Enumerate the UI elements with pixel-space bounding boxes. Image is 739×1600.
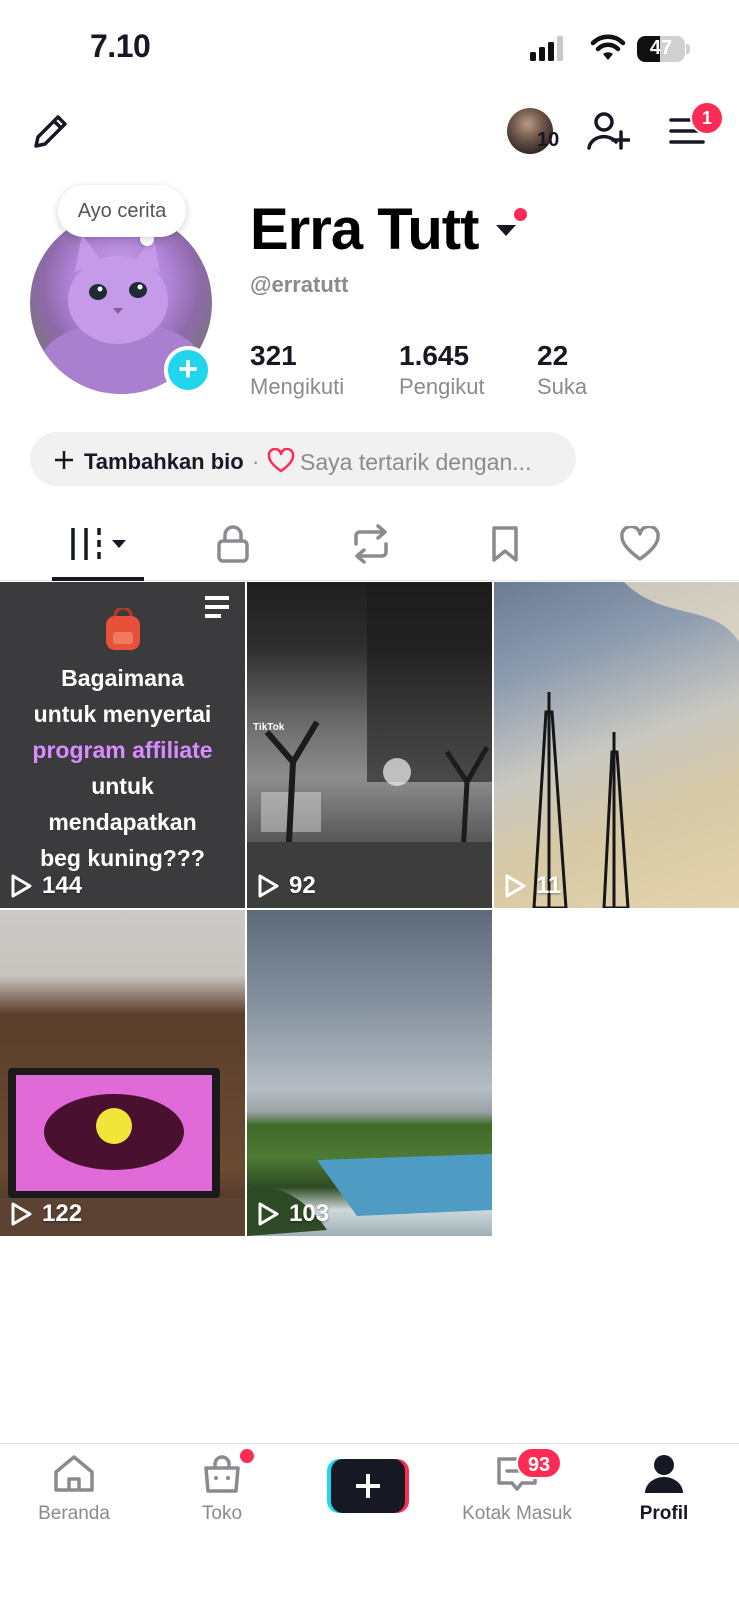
nav-profile[interactable]: Profil [604,1454,724,1525]
stat-following-value: 321 [250,340,297,371]
view-count: 92 [257,872,316,900]
account-switch-caret-icon[interactable] [496,225,516,236]
view-count-value: 92 [289,872,316,899]
view-count-value: 103 [289,1200,330,1227]
shop-bag-icon [204,1455,240,1493]
wifi-icon [590,34,626,60]
towers-sky-thumbnail [532,582,739,908]
stat-followers-value: 1.645 [399,340,470,371]
shop-notification-dot [238,1447,256,1465]
view-count: 144 [10,872,82,900]
video-tile[interactable]: 103 [247,910,492,1236]
stat-followers-label: Pengikut [399,374,485,399]
video-tile[interactable]: 122 [0,910,245,1236]
battery-tip [686,44,690,54]
interests-label[interactable]: Saya tertarik dengan... [300,449,531,476]
stat-likes-label: Suka [537,374,588,399]
repost-icon[interactable] [350,524,392,564]
nav-shop[interactable]: Toko [162,1454,282,1525]
lock-icon[interactable] [216,524,250,564]
bookmark-icon[interactable] [490,524,520,564]
profile-icon [645,1455,683,1493]
play-icon [11,874,32,898]
stat-following[interactable]: 321 Mengikuti [250,340,344,400]
display-name[interactable]: Erra Tutt [250,196,479,263]
story-prompt-bubble[interactable]: Ayo cerita [58,185,186,237]
nav-shop-label: Toko [201,1503,243,1524]
view-count: 11 [504,872,561,900]
bottom-nav-divider [0,1443,739,1444]
stat-likes-value: 22 [537,340,569,371]
friends-count: 10 [537,129,560,151]
video-caption: Bagaimana untuk menyertai program affili… [0,660,245,876]
video-tile[interactable]: Bagaimana untuk menyertai program affili… [0,582,245,908]
play-icon [11,1202,32,1226]
pool-view-thumbnail [247,1154,492,1236]
active-tab-indicator [52,577,144,581]
backpack-icon [106,608,140,650]
add-bio-label[interactable]: Tambahkan bio [84,449,244,475]
status-time: 7.10 [90,28,151,64]
tv-screen-thumbnail [0,1068,245,1236]
caption-line: beg kuning??? [40,845,205,871]
play-icon [258,1202,279,1226]
play-icon [505,874,526,898]
caption-line: untuk [91,773,154,799]
view-count: 103 [257,1200,329,1228]
caption-line: Bagaimana [61,665,184,691]
home-icon [54,1455,94,1492]
caption-highlight: program affiliate [32,737,213,763]
battery-percent: 47 [649,37,673,59]
view-count-value: 11 [536,872,562,899]
video-tile[interactable]: TikTok 92 [247,582,492,908]
cellular-signal-icon [530,36,563,61]
video-tile[interactable]: 11 [494,582,739,908]
nav-home[interactable]: Beranda [14,1454,134,1525]
tab-videos[interactable] [70,526,132,567]
heart-outline-icon [267,448,295,473]
stat-likes[interactable]: 22 Suka [537,340,587,400]
caption-line: mendapatkan [48,809,197,835]
heart-icon[interactable] [620,526,660,562]
bio-separator: · [252,449,260,474]
play-icon [258,874,279,898]
view-count: 122 [10,1200,82,1228]
add-friend-icon[interactable] [586,110,630,152]
tiktok-watermark: TikTok [253,722,285,733]
foggy-street-thumbnail [247,582,492,908]
stat-following-label: Mengikuti [250,374,345,399]
account-notification-dot [514,208,527,221]
stat-followers[interactable]: 1.645 Pengikut [399,340,485,400]
edit-pencil-icon[interactable] [30,110,72,152]
view-count-value: 144 [42,872,83,899]
inbox-badge: 93 [516,1447,562,1479]
playlist-icon [205,596,229,618]
battery-icon: 47 [637,36,685,62]
username: @erratutt [250,272,349,297]
add-story-button[interactable]: + [164,346,212,394]
menu-notification-badge: 1 [690,101,724,135]
create-plus-icon[interactable] [327,1459,409,1513]
view-count-value: 122 [42,1200,83,1227]
nav-inbox-label: Kotak Masuk [462,1503,572,1524]
nav-home-label: Beranda [38,1503,110,1524]
plus-icon [55,451,73,469]
nav-profile-label: Profil [639,1503,689,1524]
caption-line: untuk menyertai [33,701,212,727]
grid-icon [71,528,126,560]
